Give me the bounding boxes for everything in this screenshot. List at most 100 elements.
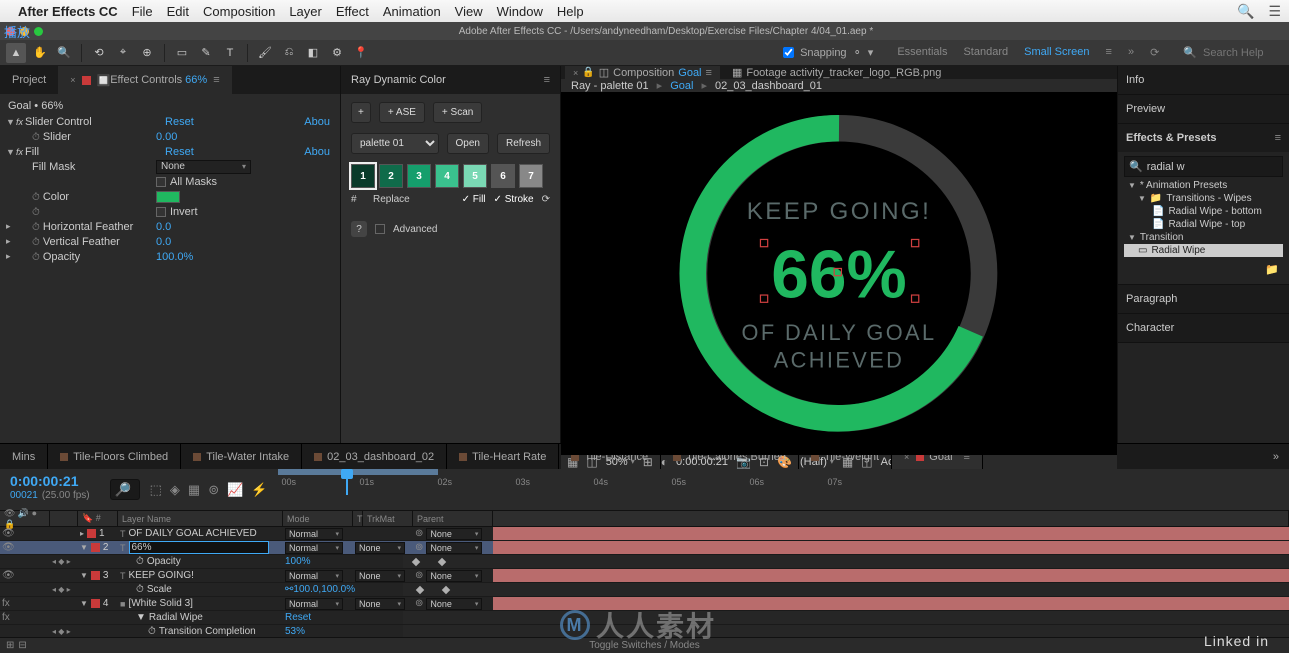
tab-dashboard[interactable]: 02_03_dashboard_02 bbox=[302, 444, 447, 469]
advanced-checkbox[interactable] bbox=[375, 224, 385, 234]
stopwatch-icon[interactable]: ⏱ bbox=[148, 626, 156, 637]
crumb-dashboard[interactable]: 02_03_dashboard_01 bbox=[715, 80, 822, 92]
menu-animation[interactable]: Animation bbox=[383, 4, 441, 19]
tabs-overflow-icon[interactable]: » bbox=[1263, 451, 1289, 463]
eraser-tool[interactable]: ◧ bbox=[303, 43, 323, 63]
tab-floors[interactable]: Tile-Floors Climbed bbox=[48, 444, 181, 469]
clone-tool[interactable]: ⎌ bbox=[279, 43, 299, 63]
panel-menu-icon[interactable]: ≡ bbox=[706, 67, 712, 79]
reset-link[interactable]: Reset bbox=[283, 611, 403, 624]
crumb-ray[interactable]: Ray - palette 01 bbox=[571, 80, 649, 92]
panel-info[interactable]: Info bbox=[1118, 66, 1289, 94]
parent-dropdown[interactable]: None bbox=[426, 542, 482, 554]
about-link[interactable]: Abou bbox=[304, 116, 334, 128]
stroke-toggle[interactable]: Stroke bbox=[505, 194, 534, 205]
workspace-small-screen[interactable]: Small Screen bbox=[1024, 46, 1089, 59]
snap-dropdown-icon[interactable]: ▾ bbox=[868, 46, 874, 59]
trkmat-dropdown[interactable]: None bbox=[355, 570, 405, 582]
tree-animation-presets[interactable]: * Animation Presets bbox=[1140, 180, 1227, 191]
link-icon[interactable]: ⚯ bbox=[285, 584, 293, 595]
rotate-tool[interactable]: ⟲ bbox=[89, 43, 109, 63]
tree-radial-wipe-bottom[interactable]: Radial Wipe - bottom bbox=[1168, 206, 1261, 217]
prop-opacity[interactable]: ◂ ◆ ▸ ⏱Opacity 100% bbox=[0, 555, 1289, 569]
opacity-value[interactable]: 100% bbox=[283, 555, 403, 568]
tab-effect-controls[interactable]: × 🔲 Effect Controls 66% ≡ bbox=[58, 66, 231, 94]
camera-tool[interactable]: ⌖ bbox=[113, 43, 133, 63]
brush-tool[interactable]: 🖌 bbox=[255, 43, 275, 63]
ase-button[interactable]: + ASE bbox=[379, 102, 425, 123]
about-link[interactable]: Abou bbox=[304, 146, 334, 158]
swatch-5[interactable]: 5 bbox=[463, 164, 487, 188]
swatch-2[interactable]: 2 bbox=[379, 164, 403, 188]
fx-slider-control[interactable]: Slider Control bbox=[25, 116, 165, 128]
workspace-overflow-icon[interactable]: » bbox=[1128, 46, 1134, 59]
all-masks-checkbox[interactable] bbox=[156, 177, 166, 187]
mode-dropdown[interactable]: Normal bbox=[285, 542, 343, 554]
stopwatch-icon[interactable]: ⏱ bbox=[32, 192, 40, 203]
fx-fill[interactable]: Fill bbox=[25, 146, 165, 158]
tab-water[interactable]: Tile-Water Intake bbox=[181, 444, 302, 469]
tab-composition-goal[interactable]: × 🔒 ◫ Composition Goal ≡ bbox=[565, 66, 720, 79]
tree-transition[interactable]: Transition bbox=[1140, 232, 1184, 243]
open-button[interactable]: Open bbox=[447, 133, 489, 154]
mode-dropdown[interactable]: Normal bbox=[285, 570, 343, 582]
stopwatch-icon[interactable]: ⏱ bbox=[32, 252, 40, 263]
panel-effects-presets[interactable]: Effects & Presets≡ bbox=[1118, 124, 1289, 152]
hfeather-value[interactable]: 0.0 bbox=[156, 221, 171, 233]
puppet-tool[interactable]: 📍 bbox=[351, 43, 371, 63]
stopwatch-icon[interactable]: ⏱ bbox=[136, 584, 144, 595]
menu-help[interactable]: Help bbox=[557, 4, 584, 19]
motion-blur-icon[interactable]: ⊚ bbox=[208, 482, 219, 498]
pickwhip-icon[interactable]: ⊚ bbox=[415, 528, 423, 539]
pickwhip-icon[interactable]: ⊚ bbox=[415, 598, 423, 609]
search-help-input[interactable] bbox=[1203, 47, 1283, 59]
panel-menu-icon[interactable]: ≡ bbox=[1275, 132, 1281, 144]
fill-toggle[interactable]: Fill bbox=[473, 194, 486, 205]
layer-row-3[interactable]: 👁 ▼3 TKEEP GOING! Normal None ⊚None bbox=[0, 569, 1289, 583]
vfeather-value[interactable]: 0.0 bbox=[156, 236, 171, 248]
color-swatch[interactable] bbox=[156, 191, 180, 203]
collapse-icon[interactable]: ⊟ bbox=[18, 640, 26, 651]
refresh-button[interactable]: Refresh bbox=[497, 133, 550, 154]
panel-character[interactable]: Character bbox=[1118, 314, 1289, 342]
tab-heart[interactable]: Tile-Heart Rate bbox=[447, 444, 559, 469]
scale-value[interactable]: 100.0,100.0% bbox=[293, 584, 355, 595]
sync-icon[interactable]: ⟳ bbox=[1150, 46, 1159, 59]
panel-menu-icon[interactable]: ≡ bbox=[544, 74, 550, 86]
stopwatch-icon[interactable]: ⏱ bbox=[32, 207, 40, 218]
tc-value[interactable]: 53% bbox=[283, 625, 403, 637]
menu-composition[interactable]: Composition bbox=[203, 4, 275, 19]
fill-mask-dropdown[interactable]: None bbox=[156, 160, 251, 174]
stopwatch-icon[interactable]: ⏱ bbox=[32, 237, 40, 248]
palette-select[interactable]: palette 01 bbox=[351, 133, 439, 154]
app-name[interactable]: After Effects CC bbox=[18, 4, 118, 19]
menu-view[interactable]: View bbox=[455, 4, 483, 19]
rect-tool[interactable]: ▭ bbox=[172, 43, 192, 63]
tree-transitions-wipes[interactable]: Transitions - Wipes bbox=[1166, 193, 1251, 204]
zoom-tool[interactable]: 🔍 bbox=[54, 43, 74, 63]
comp-link[interactable]: Goal bbox=[678, 67, 701, 79]
swatch-7[interactable]: 7 bbox=[519, 164, 543, 188]
parent-dropdown[interactable]: None bbox=[426, 598, 482, 610]
swatch-3[interactable]: 3 bbox=[407, 164, 431, 188]
reload-icon[interactable]: ⟳ bbox=[542, 194, 550, 205]
workspace-standard[interactable]: Standard bbox=[963, 46, 1008, 59]
add-button[interactable]: + bbox=[351, 102, 371, 123]
replace-button[interactable]: Replace bbox=[373, 194, 410, 205]
time-ruler[interactable]: 00s 01s 02s 03s 04s 05s 06s 07s bbox=[278, 469, 1289, 495]
tree-radial-wipe[interactable]: Radial Wipe bbox=[1151, 245, 1205, 256]
timeline-search[interactable] bbox=[110, 479, 140, 500]
invert-checkbox[interactable] bbox=[156, 207, 166, 217]
lock-icon[interactable]: 🔒 bbox=[582, 67, 594, 78]
list-icon[interactable]: ☰ bbox=[1268, 3, 1281, 20]
search-icon[interactable]: 🔍 bbox=[1237, 3, 1254, 20]
draft3d-icon[interactable]: ◈ bbox=[170, 482, 180, 498]
slider-value[interactable]: 0.00 bbox=[156, 131, 177, 143]
workspace-menu-icon[interactable]: ≡ bbox=[1106, 46, 1112, 59]
tree-radial-wipe-top[interactable]: Radial Wipe - top bbox=[1168, 219, 1245, 230]
close-icon[interactable]: × bbox=[573, 68, 578, 78]
stopwatch-icon[interactable]: ⏱ bbox=[32, 132, 40, 143]
text-tool[interactable]: T bbox=[220, 43, 240, 63]
pickwhip-icon[interactable]: ⊚ bbox=[415, 542, 423, 553]
layer-row-2[interactable]: 👁 ▼2 T Normal None ⊚None bbox=[0, 541, 1289, 555]
